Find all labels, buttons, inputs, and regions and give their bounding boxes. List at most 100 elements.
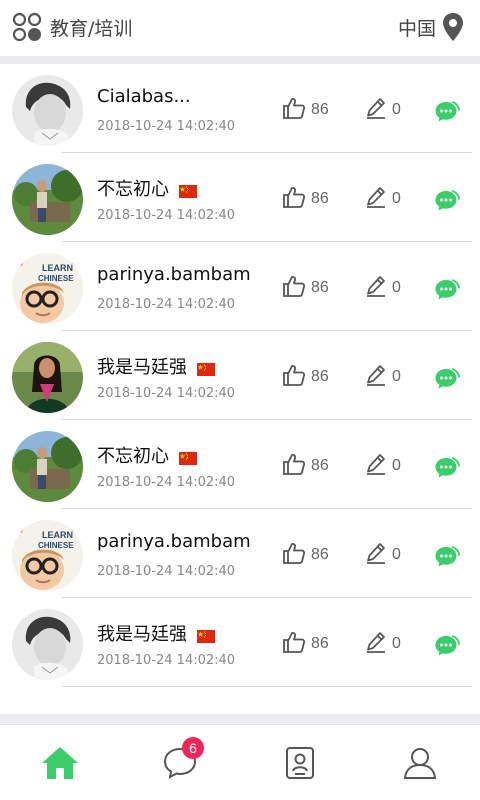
post-timestamp: 2018-10-24 14:02:40: [97, 653, 236, 668]
user-profile-icon: [403, 748, 437, 779]
edit-button[interactable]: 0: [366, 542, 401, 569]
chat-button[interactable]: [434, 544, 460, 568]
list-item[interactable]: Cialabas... 2018-10-24 14:02:40 86 0: [0, 64, 480, 153]
edit-button[interactable]: 0: [366, 186, 401, 211]
user-name-text: 不忘初心: [97, 179, 169, 200]
chat-bubble-icon: [434, 635, 460, 661]
pencil-icon: [366, 275, 386, 302]
edit-button[interactable]: 0: [366, 275, 401, 302]
message-count-badge: 6: [182, 737, 204, 759]
chat-bubble-icon: [434, 279, 460, 305]
edit-button[interactable]: 0: [366, 97, 401, 124]
thumbs-up-icon: [283, 275, 306, 302]
tab-messages[interactable]: 6: [120, 725, 240, 800]
list-item[interactable]: 不忘初心 2018-10-24 14:02:40 86 0: [0, 420, 480, 509]
pencil-icon: [366, 364, 386, 391]
edit-count: 0: [392, 279, 401, 296]
top-separator: [0, 56, 480, 64]
category-label: 教育/培训: [50, 17, 133, 40]
avatar[interactable]: [12, 75, 83, 146]
chat-button[interactable]: [434, 633, 460, 657]
post-timestamp: 2018-10-24 14:02:40: [97, 564, 236, 579]
chat-button[interactable]: [434, 99, 460, 123]
user-name-text: Cialabas...: [97, 86, 191, 107]
list-item[interactable]: 我是马廷强 2018-10-24 14:02:40 86 0: [0, 331, 480, 420]
like-count: 86: [311, 368, 329, 385]
like-button[interactable]: 86: [283, 97, 329, 124]
chat-bubble-icon: [434, 101, 460, 127]
chat-bubble-icon: [434, 546, 460, 572]
user-name: 我是马廷强: [97, 353, 215, 379]
chat-button[interactable]: [434, 277, 460, 301]
avatar[interactable]: [12, 609, 83, 680]
thumbs-up-icon: [283, 364, 306, 391]
top-bar: 教育/培训 中国: [0, 0, 480, 56]
china-flag-icon: [197, 627, 215, 643]
thumbs-up-icon: [283, 453, 306, 480]
like-count: 86: [311, 457, 329, 474]
post-timestamp: 2018-10-24 14:02:40: [97, 297, 236, 312]
like-count: 86: [311, 101, 329, 118]
user-name-text: parinya.bambam: [97, 264, 251, 285]
edit-count: 0: [392, 101, 401, 118]
avatar[interactable]: [12, 164, 83, 235]
user-name-text: 我是马廷强: [97, 357, 187, 378]
thumbs-up-icon: [283, 186, 306, 213]
like-button[interactable]: 86: [283, 631, 329, 658]
edit-count: 0: [392, 190, 401, 207]
like-count: 86: [311, 190, 329, 207]
user-name-text: 不忘初心: [97, 446, 169, 467]
like-button[interactable]: 86: [283, 364, 329, 391]
avatar[interactable]: [12, 342, 83, 413]
chat-bubble-icon: [434, 457, 460, 483]
china-flag-icon: [197, 360, 215, 376]
tab-home[interactable]: [0, 725, 120, 800]
row-divider: [62, 686, 472, 687]
post-timestamp: 2018-10-24 14:02:40: [97, 119, 236, 134]
chat-bubble-icon: [434, 190, 460, 216]
chat-bubble-icon: [434, 368, 460, 394]
user-name: 我是马廷强: [97, 620, 215, 646]
user-list: Cialabas... 2018-10-24 14:02:40 86 0 不忘初心 201…: [0, 64, 480, 714]
list-item[interactable]: LEARN CHINESE parinya.bambam 2018-10-24 14:…: [0, 509, 480, 598]
user-name: 不忘初心: [97, 175, 197, 201]
edit-count: 0: [392, 546, 401, 563]
post-timestamp: 2018-10-24 14:02:40: [97, 386, 236, 401]
like-count: 86: [311, 279, 329, 296]
list-item[interactable]: LEARN CHINESE parinya.bambam 2018-10-24 14:…: [0, 242, 480, 331]
avatar[interactable]: LEARN CHINESE: [12, 253, 83, 324]
avatar[interactable]: [12, 431, 83, 502]
pencil-icon: [366, 453, 386, 480]
like-button[interactable]: 86: [283, 275, 329, 302]
like-button[interactable]: 86: [283, 453, 329, 480]
tab-contacts[interactable]: [240, 725, 360, 800]
edit-count: 0: [392, 368, 401, 385]
china-flag-icon: [179, 449, 197, 465]
edit-button[interactable]: 0: [366, 631, 401, 656]
like-count: 86: [311, 635, 329, 652]
category-selector[interactable]: 教育/培训: [12, 12, 132, 42]
user-name-text: parinya.bambam: [97, 531, 251, 552]
location-selector[interactable]: 中国: [398, 12, 464, 42]
bottom-separator: [0, 714, 480, 724]
thumbs-up-icon: [283, 97, 306, 124]
avatar[interactable]: LEARN CHINESE: [12, 520, 83, 591]
chat-button[interactable]: [434, 366, 460, 390]
chat-button[interactable]: [434, 455, 460, 479]
like-button[interactable]: 86: [283, 186, 329, 213]
svg-text:LEARN: LEARN: [42, 530, 73, 540]
tab-profile[interactable]: [360, 725, 480, 800]
list-item[interactable]: 不忘初心 2018-10-24 14:02:40 86 0: [0, 153, 480, 242]
edit-button[interactable]: 0: [366, 364, 401, 391]
chat-button[interactable]: [434, 188, 460, 212]
edit-button[interactable]: 0: [366, 453, 401, 480]
edit-count: 0: [392, 635, 401, 652]
list-item[interactable]: 我是马廷强 2018-10-24 14:02:40 86 0: [0, 598, 480, 687]
post-timestamp: 2018-10-24 14:02:40: [97, 475, 236, 490]
china-flag-icon: [179, 182, 197, 198]
post-timestamp: 2018-10-24 14:02:40: [97, 208, 236, 223]
like-button[interactable]: 86: [283, 542, 329, 567]
thumbs-up-icon: [283, 631, 306, 658]
pencil-icon: [366, 542, 386, 569]
pencil-icon: [366, 97, 386, 124]
